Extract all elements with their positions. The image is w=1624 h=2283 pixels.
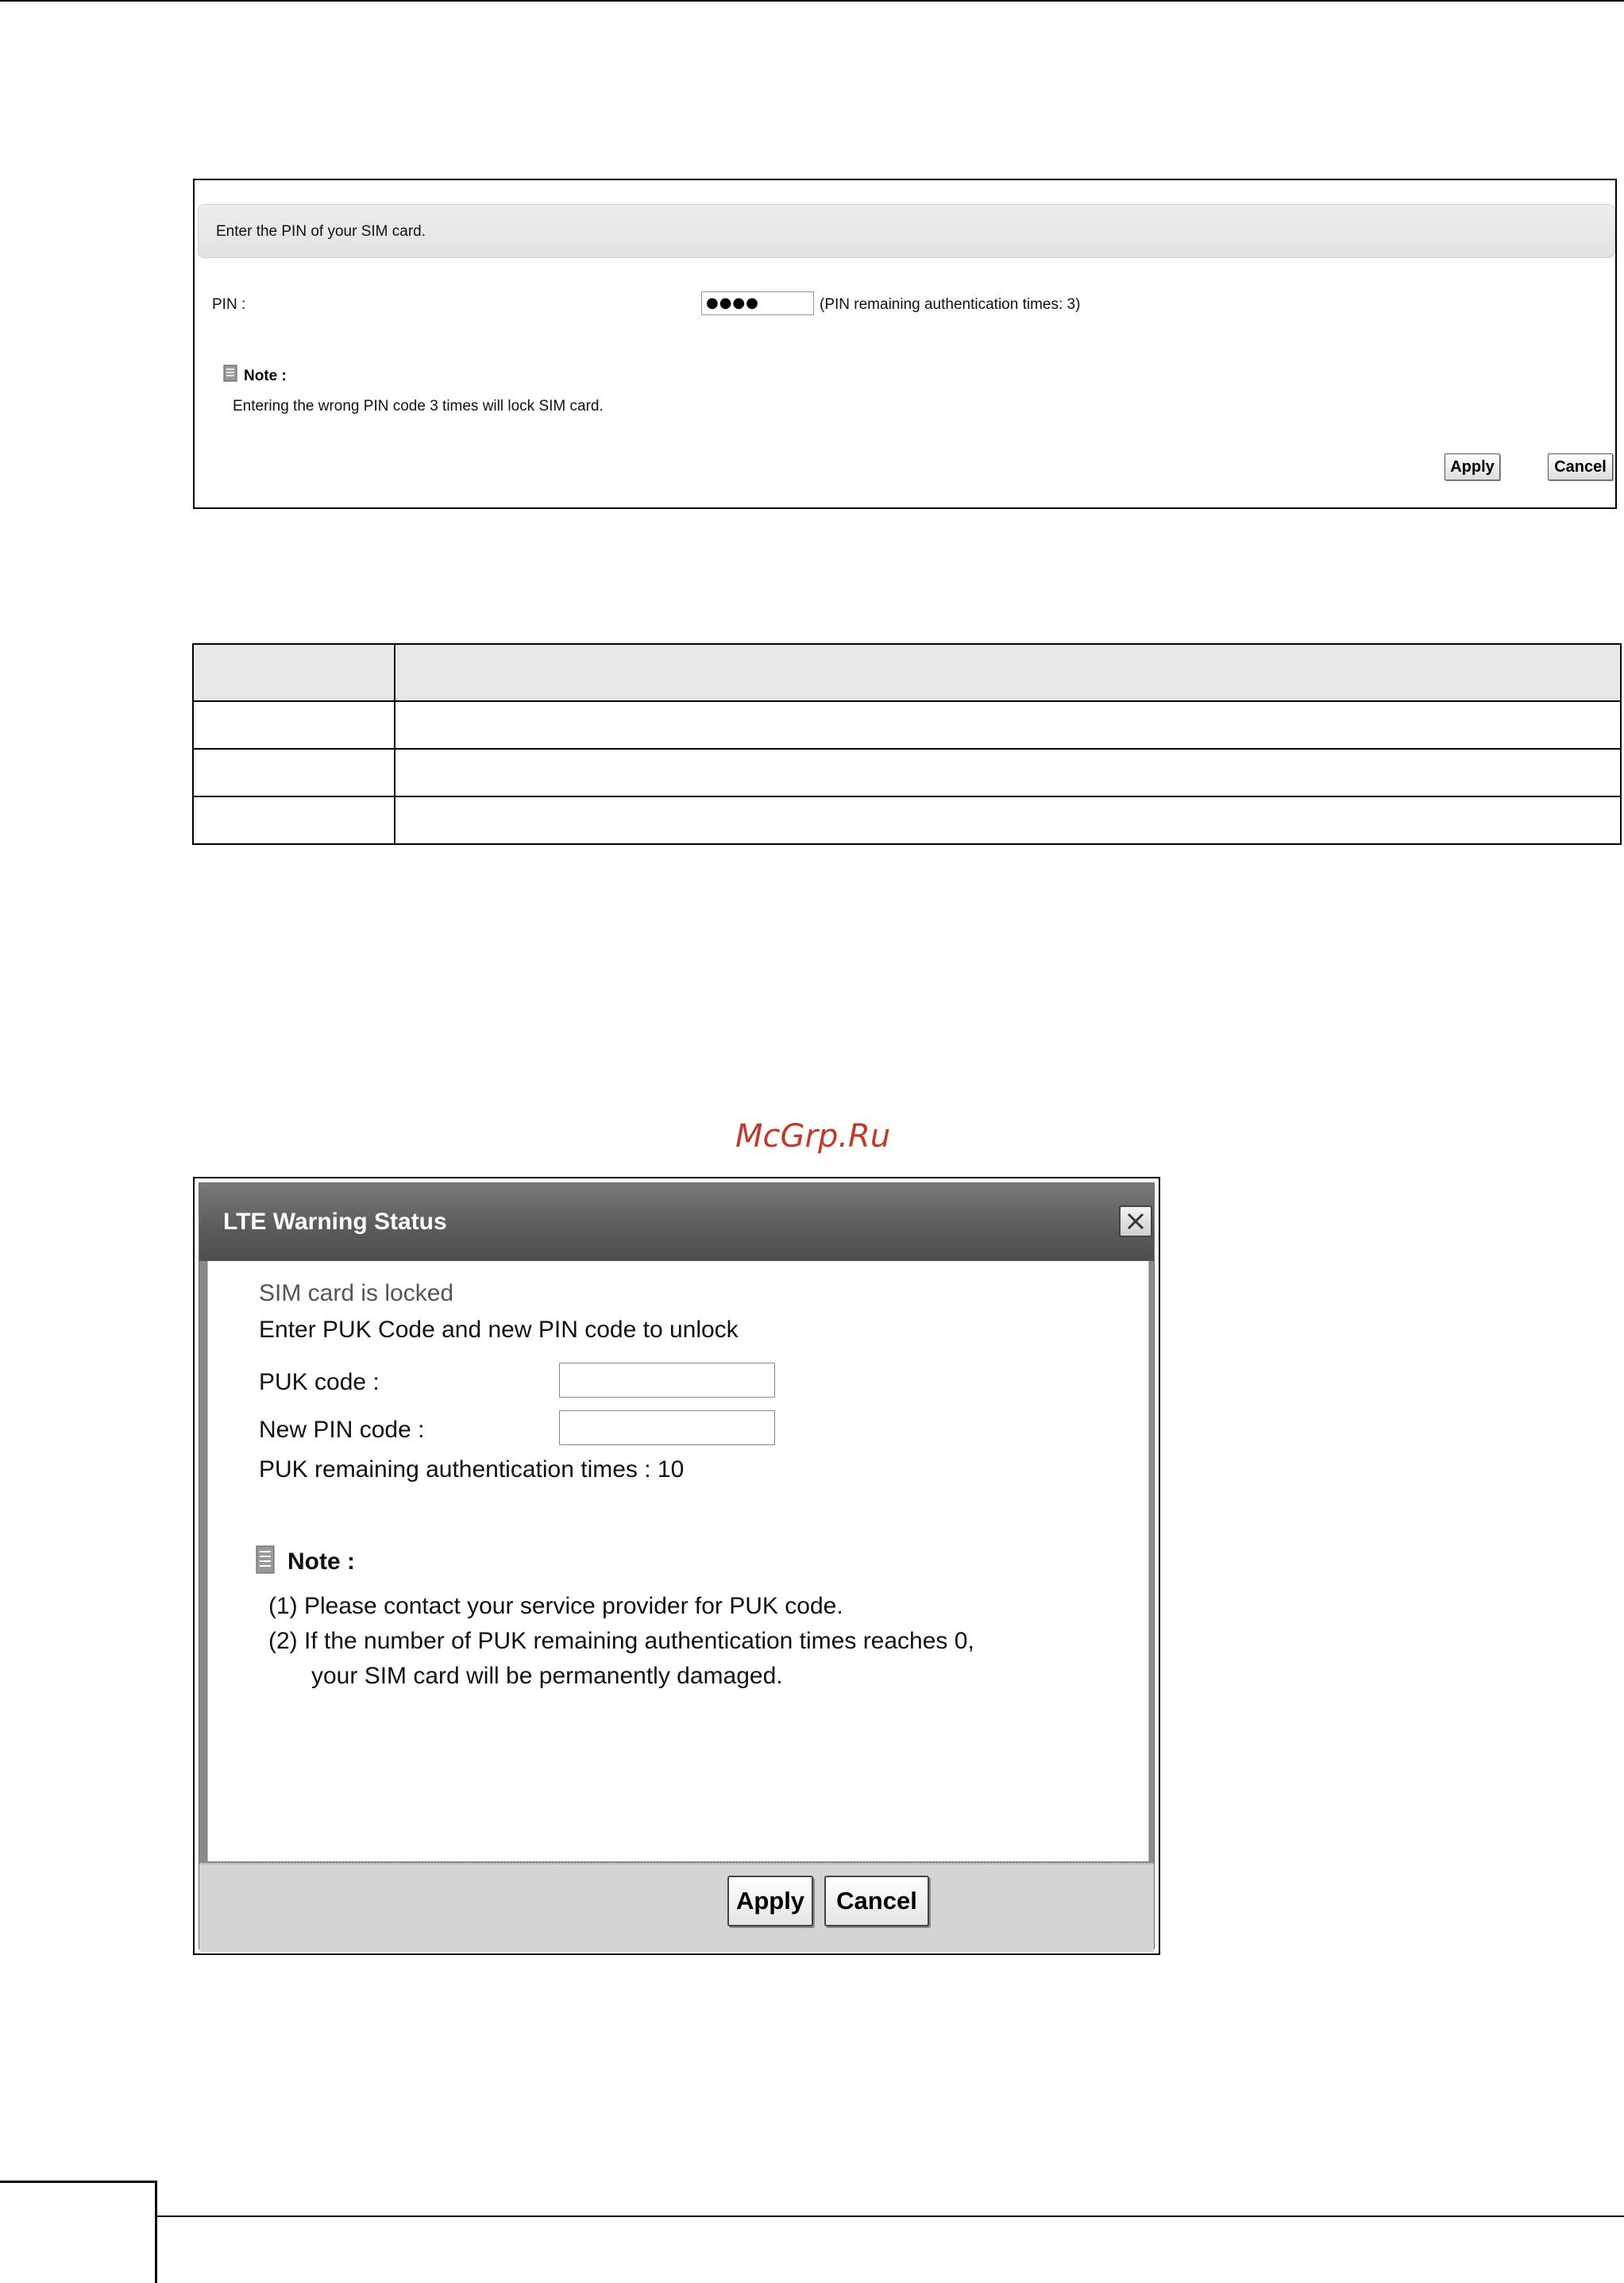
pin-remaining-text: (PIN remaining authentication times: 3) [820, 296, 1081, 313]
pin-cancel-button[interactable]: Cancel [1548, 453, 1613, 480]
table-cell [394, 796, 1622, 845]
document-icon [256, 1545, 275, 1574]
lte-note-line-2: (2) If the number of PUK remaining authe… [268, 1628, 974, 1654]
pin-entry-panel: Enter the PIN of your SIM card. PIN : ●●… [193, 179, 1617, 509]
close-icon[interactable] [1119, 1205, 1152, 1237]
table-cell [192, 796, 395, 845]
lte-note-line-1: (1) Please contact your service provider… [268, 1593, 843, 1619]
pin-panel-header: Enter the PIN of your SIM card. [198, 204, 1615, 258]
new-pin-label: New PIN code : [259, 1417, 425, 1443]
lte-apply-button[interactable]: Apply [727, 1876, 813, 1926]
pin-apply-button[interactable]: Apply [1445, 453, 1500, 480]
puk-remaining-text: PUK remaining authentication times : 10 [259, 1456, 685, 1483]
unlock-instruction: Enter PUK Code and new PIN code to unloc… [259, 1317, 739, 1343]
pin-label: PIN : [212, 296, 246, 313]
lte-cancel-button[interactable]: Cancel [824, 1876, 929, 1926]
sim-locked-status: SIM card is locked [259, 1280, 454, 1306]
dialog-titlebar: LTE Warning Status [199, 1183, 1154, 1261]
table-row [192, 700, 1622, 750]
dialog-footer [199, 1863, 1154, 1952]
table-cell [192, 700, 395, 750]
table-row [192, 796, 1622, 845]
lte-note-title: Note : [287, 1548, 355, 1575]
table-cell [192, 748, 395, 797]
table-header-cell [394, 643, 1622, 702]
pin-note-text: Entering the wrong PIN code 3 times will… [233, 398, 604, 415]
table-header-cell [192, 643, 395, 702]
description-table [192, 643, 1622, 845]
pin-input[interactable]: ●●●● [701, 291, 814, 315]
table-cell [394, 748, 1622, 797]
new-pin-input[interactable] [559, 1410, 775, 1445]
document-icon [223, 364, 237, 382]
pin-note-title: Note : [244, 368, 287, 384]
puk-code-label: PUK code : [259, 1369, 380, 1395]
page-bottom-rule [157, 2216, 1624, 2217]
lte-note-line-3: your SIM card will be permanently damage… [311, 1663, 783, 1689]
table-cell [394, 700, 1622, 750]
watermark: McGrp.Ru [735, 1118, 891, 1155]
table-header-row [192, 643, 1622, 702]
table-row [192, 748, 1622, 797]
page-top-rule [0, 0, 1624, 2]
page-number-box [0, 2181, 157, 2283]
dialog-title: LTE Warning Status [223, 1209, 447, 1235]
puk-code-input[interactable] [559, 1363, 775, 1398]
